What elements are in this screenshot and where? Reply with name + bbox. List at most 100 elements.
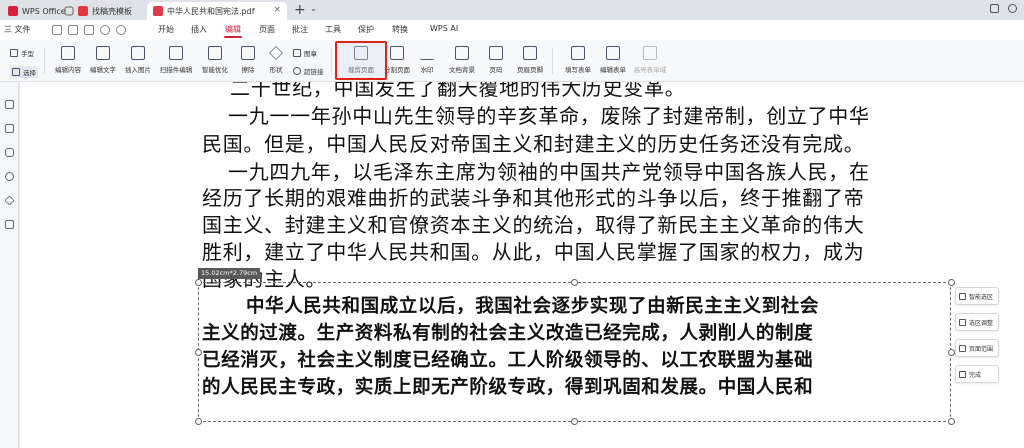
wps-logo-icon bbox=[8, 6, 18, 16]
tab-template-label: 找稿壳模板 bbox=[92, 6, 132, 16]
form-edit-icon bbox=[606, 46, 620, 60]
magic-wand-icon bbox=[208, 46, 222, 60]
ribbon-toolbar: 手型 选择 编辑内容 编辑文字 插入图片 扫描件编辑 智能优化 擦除 形状 图章… bbox=[0, 40, 1024, 82]
menu-insert[interactable]: 插入 bbox=[191, 24, 207, 35]
tab-wps-label: WPS Office bbox=[22, 6, 66, 16]
split-icon bbox=[390, 46, 404, 60]
stamp-icon bbox=[293, 49, 301, 57]
window-restore-icon[interactable] bbox=[990, 4, 999, 13]
done-label: 完成 bbox=[969, 371, 982, 379]
header-footer-button[interactable]: 页眉页脚 bbox=[510, 46, 550, 80]
insert-image-button[interactable]: 插入图片 bbox=[118, 46, 158, 80]
highlight-form-button[interactable]: 高亮表单域 bbox=[630, 46, 670, 80]
tab-document-label: 中华人民共和国宪法.pdf bbox=[167, 6, 255, 16]
thumbnail-icon[interactable] bbox=[5, 124, 14, 133]
done-button[interactable]: 完成 bbox=[955, 365, 999, 383]
print-icon[interactable] bbox=[84, 25, 94, 35]
document-line: 胜利，建立了中华人民共和国。从此，中国人民掌握了国家的权力，成为 bbox=[202, 240, 865, 264]
hand-icon bbox=[10, 49, 18, 57]
document-line: 民国。但是，中国人民反对帝国主义和封建主义的历史任务还没有完成。 bbox=[202, 132, 865, 156]
edit-text-button[interactable]: 编辑文字 bbox=[83, 46, 123, 80]
document-line: 一九四九年，以毛泽东主席为领袖的中国共产党领导中国各族人民，在 bbox=[228, 160, 870, 184]
bookmark-icon[interactable] bbox=[5, 100, 14, 109]
header-footer-label: 页眉页脚 bbox=[517, 66, 543, 74]
select-tool-label: 选择 bbox=[23, 69, 36, 77]
adjust-select-button[interactable]: 选区调整 bbox=[955, 313, 999, 331]
comment-icon[interactable] bbox=[5, 148, 14, 157]
image-icon bbox=[131, 46, 145, 60]
menu-protect[interactable]: 保护 bbox=[358, 24, 374, 35]
resize-handle-bottom-left[interactable] bbox=[195, 418, 202, 425]
menu-page[interactable]: 页面 bbox=[259, 24, 275, 35]
document-line: 经历了长期的艰难曲折的武装斗争和其他形式的斗争以后，终于推翻了帝 bbox=[202, 186, 865, 210]
menu-wps-ai[interactable]: WPS AI bbox=[430, 24, 458, 33]
fill-form-button[interactable]: 填写表单 bbox=[558, 46, 598, 80]
crop-page-highlight bbox=[335, 41, 387, 80]
menu-tools[interactable]: 工具 bbox=[325, 24, 341, 35]
crop-selection-area[interactable] bbox=[198, 282, 951, 422]
hyperlink-button[interactable]: 超链接 bbox=[293, 66, 324, 76]
folder-icon[interactable] bbox=[52, 25, 62, 35]
tab-template[interactable]: 找稿壳模板 bbox=[72, 2, 144, 20]
smart-select-button[interactable]: 智能选区 bbox=[955, 287, 999, 305]
watermark-button[interactable]: 水印 bbox=[407, 46, 447, 80]
page-range-button[interactable]: 页面范围 bbox=[955, 339, 999, 357]
resize-handle-right[interactable] bbox=[948, 349, 955, 356]
ribbon-separator bbox=[552, 48, 553, 74]
edit-form-label: 编辑表单 bbox=[600, 66, 626, 74]
header-footer-icon bbox=[523, 46, 537, 60]
stamp-label: 图章 bbox=[304, 50, 317, 58]
window-account-icon[interactable] bbox=[1008, 4, 1017, 13]
layers-icon[interactable] bbox=[5, 220, 14, 229]
insert-image-label: 插入图片 bbox=[125, 66, 151, 74]
form-fill-icon bbox=[571, 46, 585, 60]
hyperlink-label: 超链接 bbox=[304, 68, 324, 76]
resize-handle-left[interactable] bbox=[195, 349, 202, 356]
title-tab-bar: WPS Office 找稿壳模板 中华人民共和国宪法.pdf × + ⌄ bbox=[0, 0, 1024, 20]
scan-icon bbox=[169, 46, 183, 60]
resize-handle-top-right[interactable] bbox=[948, 279, 955, 286]
menu-file[interactable]: 三 文件 bbox=[4, 24, 31, 35]
resize-handle-top-left[interactable] bbox=[195, 279, 202, 286]
edit-content-icon bbox=[61, 46, 75, 60]
shape-button[interactable]: 形状 bbox=[256, 46, 296, 80]
document-line: 国主义、封建主义和官僚资本主义的统治，取得了新民主主义革命的伟大 bbox=[202, 213, 865, 237]
redo-icon[interactable] bbox=[116, 25, 126, 35]
text-icon bbox=[96, 46, 110, 60]
scan-edit-label: 扫描件编辑 bbox=[159, 66, 193, 74]
link-icon bbox=[293, 67, 301, 75]
edit-content-button[interactable]: 编辑内容 bbox=[48, 46, 88, 80]
adjust-select-icon bbox=[959, 318, 966, 326]
smart-select-label: 智能选区 bbox=[969, 293, 994, 301]
pdf-icon bbox=[153, 6, 163, 16]
line-shape-icon bbox=[269, 46, 283, 60]
stamp-button[interactable]: 图章 bbox=[293, 48, 317, 58]
menu-bar: 三 文件 开始 插入 编辑 页面 批注 工具 保护 转换 WPS AI bbox=[0, 20, 1024, 40]
menu-comment[interactable]: 批注 bbox=[292, 24, 308, 35]
menu-start[interactable]: 开始 bbox=[158, 24, 174, 35]
page-number-icon bbox=[489, 46, 503, 60]
menu-convert[interactable]: 转换 bbox=[392, 24, 408, 35]
chevron-down-icon[interactable]: ⌄ bbox=[310, 4, 317, 13]
resize-handle-top[interactable] bbox=[571, 279, 578, 286]
tab-document[interactable]: 中华人民共和国宪法.pdf × bbox=[147, 2, 287, 20]
edit-form-button[interactable]: 编辑表单 bbox=[593, 46, 633, 80]
edit-text-label: 编辑文字 bbox=[90, 66, 116, 74]
scan-edit-button[interactable]: 扫描件编辑 bbox=[156, 46, 196, 80]
resize-handle-bottom-right[interactable] bbox=[948, 418, 955, 425]
hand-tool-button[interactable]: 手型 bbox=[10, 48, 34, 58]
eraser-icon bbox=[241, 46, 255, 60]
menu-edit[interactable]: 编辑 bbox=[225, 24, 241, 35]
new-tab-plus-icon[interactable]: + bbox=[294, 2, 306, 18]
select-tool-button[interactable]: 选择 bbox=[10, 66, 38, 78]
save-icon[interactable] bbox=[68, 25, 78, 35]
resize-handle-bottom[interactable] bbox=[571, 418, 578, 425]
signature-icon[interactable] bbox=[4, 195, 15, 206]
tab-wps-office[interactable]: WPS Office bbox=[2, 2, 66, 20]
active-menu-indicator bbox=[224, 36, 242, 38]
close-tab-icon[interactable]: × bbox=[273, 5, 281, 15]
watermark-label: 水印 bbox=[420, 66, 434, 74]
attachment-icon[interactable] bbox=[5, 172, 14, 181]
undo-icon[interactable] bbox=[100, 25, 110, 35]
hand-tool-label: 手型 bbox=[21, 50, 34, 58]
